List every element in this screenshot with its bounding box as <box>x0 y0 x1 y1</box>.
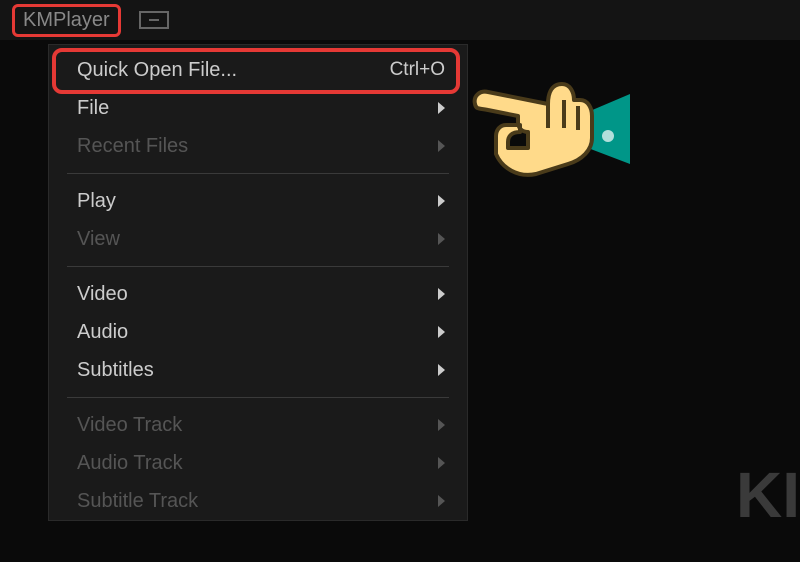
menu-recent-files: Recent Files <box>49 127 467 165</box>
titlebar: KMPlayer <box>0 0 800 40</box>
menu-separator <box>67 266 449 267</box>
app-title[interactable]: KMPlayer <box>12 4 121 37</box>
menu-item-label: View <box>77 228 120 251</box>
watermark-text: KI <box>736 458 800 532</box>
chevron-right-icon <box>438 457 445 469</box>
chevron-right-icon <box>438 288 445 300</box>
menu-separator <box>67 397 449 398</box>
menu-quick-open-file[interactable]: Quick Open File... Ctrl+O <box>49 51 467 89</box>
menu-separator <box>67 173 449 174</box>
menu-item-label: Audio <box>77 321 128 344</box>
chevron-right-icon <box>438 102 445 114</box>
menu-item-label: Quick Open File... <box>77 59 237 82</box>
menu-audio-track: Audio Track <box>49 444 467 482</box>
chevron-right-icon <box>438 326 445 338</box>
menu-play[interactable]: Play <box>49 182 467 220</box>
menu-video[interactable]: Video <box>49 275 467 313</box>
menu-item-label: Subtitles <box>77 359 154 382</box>
menu-item-label: File <box>77 97 109 120</box>
context-menu: Quick Open File... Ctrl+O File Recent Fi… <box>48 44 468 521</box>
menu-item-shortcut: Ctrl+O <box>390 59 445 81</box>
chevron-right-icon <box>438 364 445 376</box>
menu-item-label: Recent Files <box>77 135 188 158</box>
chevron-right-icon <box>438 419 445 431</box>
pointing-hand-icon <box>470 56 630 201</box>
menu-audio[interactable]: Audio <box>49 313 467 351</box>
menu-item-label: Audio Track <box>77 452 183 475</box>
menu-item-label: Video <box>77 283 128 306</box>
menu-item-label: Subtitle Track <box>77 490 198 513</box>
chevron-right-icon <box>438 195 445 207</box>
window-restore-icon[interactable] <box>139 11 169 29</box>
chevron-right-icon <box>438 495 445 507</box>
menu-video-track: Video Track <box>49 406 467 444</box>
menu-item-label: Video Track <box>77 414 182 437</box>
menu-subtitles[interactable]: Subtitles <box>49 351 467 389</box>
menu-view: View <box>49 220 467 258</box>
menu-item-label: Play <box>77 190 116 213</box>
chevron-right-icon <box>438 140 445 152</box>
chevron-right-icon <box>438 233 445 245</box>
menu-subtitle-track: Subtitle Track <box>49 482 467 520</box>
menu-file[interactable]: File <box>49 89 467 127</box>
